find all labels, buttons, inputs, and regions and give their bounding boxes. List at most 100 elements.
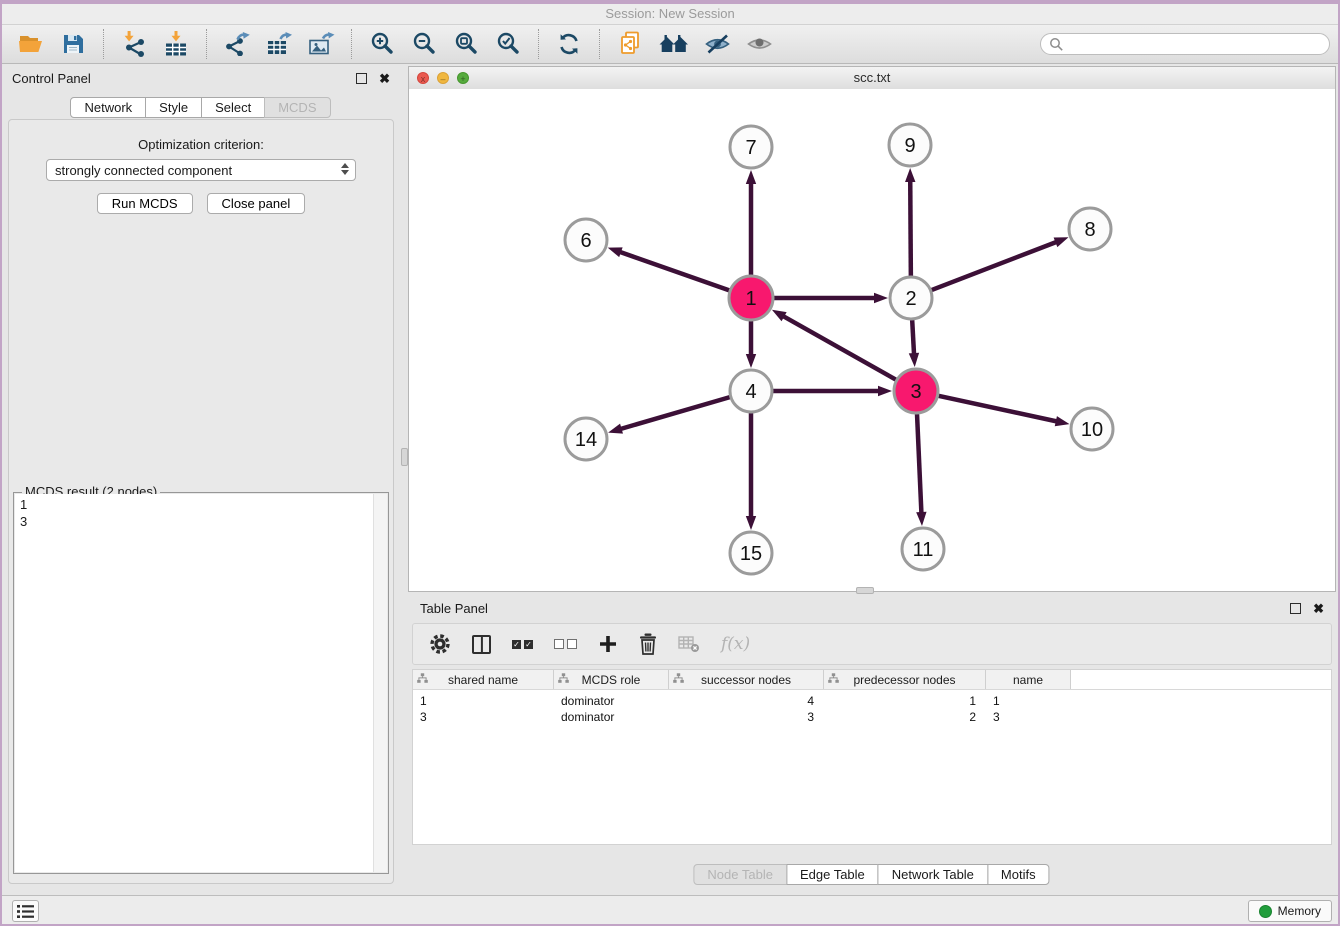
graph-node-10[interactable]: 10 [1071, 408, 1113, 450]
open-session-button[interactable] [15, 28, 47, 60]
add-row-icon[interactable] [598, 634, 618, 654]
copy-style-button[interactable] [614, 28, 646, 60]
session-title: Session: New Session [0, 4, 1340, 25]
memory-status-icon [1259, 905, 1272, 918]
column-header-shared-name[interactable]: shared name [413, 670, 554, 689]
table-tab-motifs[interactable]: Motifs [987, 864, 1050, 885]
minimize-window-button[interactable]: – [437, 72, 449, 84]
graph-node-2[interactable]: 2 [890, 277, 932, 319]
criterion-dropdown[interactable]: strongly connected component [46, 159, 356, 181]
table-header-row: shared nameMCDS rolesuccessor nodesprede… [413, 670, 1331, 690]
graph-node-3[interactable]: 3 [894, 369, 938, 413]
graph-node-9[interactable]: 9 [889, 124, 931, 166]
svg-text:3: 3 [910, 381, 921, 403]
import-table-button[interactable] [160, 28, 192, 60]
attribute-tree-icon [828, 673, 839, 684]
refresh-layout-button[interactable] [553, 28, 585, 60]
result-scrollbar[interactable] [373, 494, 387, 872]
mcds-result-area[interactable]: 13 [15, 494, 387, 872]
mcds-result-list: 13 [15, 494, 387, 530]
unselect-all-icon[interactable] [554, 639, 577, 649]
select-all-icon[interactable]: ✓✓ [512, 640, 533, 649]
table-options-icon[interactable] [429, 633, 451, 655]
export-table-button[interactable] [263, 28, 295, 60]
svg-text:1: 1 [745, 288, 756, 310]
table-toolbar: ✓✓ f(x) [412, 623, 1332, 665]
close-panel-button[interactable]: ✖ [379, 72, 390, 85]
table-row[interactable]: 3dominator323 [413, 709, 1331, 725]
task-history-button[interactable] [12, 900, 39, 922]
table-panel-title: Table Panel [420, 601, 488, 616]
svg-text:14: 14 [575, 429, 597, 451]
dropdown-stepper-icon [341, 163, 349, 175]
graph-edge-arrowhead [916, 512, 926, 526]
zoom-in-button[interactable] [366, 28, 398, 60]
network-window-title: scc.txt [854, 70, 891, 85]
zoom-out-button[interactable] [408, 28, 440, 60]
network-canvas[interactable]: 7 9 6 8 1 2 4 3 14 10 15 11 [409, 89, 1335, 591]
export-network-button[interactable] [221, 28, 253, 60]
zoom-fit-button[interactable] [450, 28, 482, 60]
svg-text:11: 11 [913, 539, 934, 561]
table-tab-network-table[interactable]: Network Table [878, 864, 988, 885]
import-network-button[interactable] [118, 28, 150, 60]
graph-edge-2-3[interactable] [912, 320, 914, 355]
graph-edge-3-10[interactable] [938, 396, 1057, 422]
run-mcds-button[interactable]: Run MCDS [97, 193, 193, 214]
export-image-button[interactable] [305, 28, 337, 60]
save-session-button[interactable] [57, 28, 89, 60]
table-row[interactable]: 1dominator411 [413, 693, 1331, 709]
zoom-selected-button[interactable] [492, 28, 524, 60]
control-tab-mcds[interactable]: MCDS [264, 97, 330, 118]
graph-edge-2-8[interactable] [932, 242, 1058, 290]
column-header-MCDS-role[interactable]: MCDS role [554, 670, 669, 689]
status-bar: Memory [0, 895, 1340, 926]
apply-function-icon[interactable]: f(x) [721, 634, 750, 654]
hide-selected-icon[interactable] [702, 28, 734, 60]
window-splitter-handle[interactable] [856, 587, 874, 594]
close-table-panel-button[interactable]: ✖ [1313, 602, 1324, 615]
delete-row-icon[interactable] [639, 633, 657, 655]
control-tab-style[interactable]: Style [145, 97, 202, 118]
panel-splitter-handle[interactable] [401, 448, 408, 466]
graph-edge-3-11[interactable] [917, 414, 921, 514]
graph-edge-3-1[interactable] [782, 316, 896, 380]
search-icon [1049, 37, 1064, 52]
mcds-result-item: 1 [15, 496, 387, 513]
close-window-button[interactable]: x [417, 72, 429, 84]
control-tab-network[interactable]: Network [70, 97, 146, 118]
graph-node-6[interactable]: 6 [565, 219, 607, 261]
float-table-panel-button[interactable] [1290, 603, 1301, 614]
graph-node-11[interactable]: 11 [902, 528, 944, 570]
column-header-predecessor-nodes[interactable]: predecessor nodes [824, 670, 986, 689]
toolbar-separator [103, 29, 104, 59]
graph-edge-arrowhead [608, 247, 623, 257]
graph-node-4[interactable]: 4 [730, 370, 772, 412]
network-view-window: x – + scc.txt 7 9 6 8 1 2 4 3 14 10 15 11 [408, 66, 1336, 592]
table-tab-edge-table[interactable]: Edge Table [786, 864, 879, 885]
delete-table-icon[interactable] [678, 635, 700, 653]
graph-node-7[interactable]: 7 [730, 126, 772, 168]
show-all-icon[interactable] [744, 28, 776, 60]
control-tab-select[interactable]: Select [201, 97, 265, 118]
memory-button[interactable]: Memory [1248, 900, 1332, 922]
network-graph: 7 9 6 8 1 2 4 3 14 10 15 11 [409, 89, 1335, 591]
graph-edge-1-6[interactable] [619, 252, 729, 291]
first-neighbors-icon[interactable] [656, 28, 692, 60]
graph-node-15[interactable]: 15 [730, 532, 772, 574]
graph-edge-4-14[interactable] [620, 397, 730, 429]
graph-node-1[interactable]: 1 [729, 276, 773, 320]
graph-edge-2-9[interactable] [910, 180, 911, 276]
column-header-successor-nodes[interactable]: successor nodes [669, 670, 824, 689]
show-columns-icon[interactable] [472, 635, 491, 654]
maximize-window-button[interactable]: + [457, 72, 469, 84]
table-tab-node-table[interactable]: Node Table [693, 864, 787, 885]
list-icon [16, 904, 35, 919]
toolbar-separator [351, 29, 352, 59]
search-input[interactable] [1040, 33, 1330, 55]
graph-node-8[interactable]: 8 [1069, 208, 1111, 250]
float-panel-button[interactable] [356, 73, 367, 84]
close-panel-button-2[interactable]: Close panel [207, 193, 306, 214]
column-header-name[interactable]: name [986, 670, 1071, 689]
graph-node-14[interactable]: 14 [565, 418, 607, 460]
